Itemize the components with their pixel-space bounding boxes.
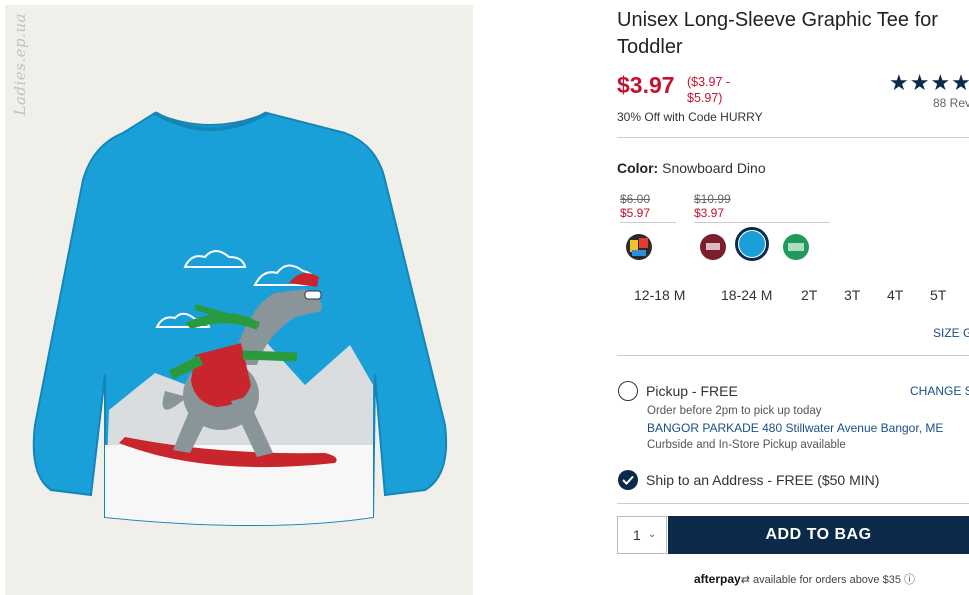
ship-radio[interactable] — [618, 470, 638, 490]
promo-text: 30% Off with Code HURRY — [617, 110, 763, 124]
color-swatch-blue-selected[interactable] — [739, 231, 765, 257]
divider — [617, 355, 969, 356]
product-details-panel: Unisex Long-Sleeve Graphic Tee for Toddl… — [617, 0, 969, 595]
size-option-12-18m[interactable]: 12-18 M — [634, 287, 685, 303]
price-group-2: $10.99 $3.97 — [694, 192, 731, 220]
review-count-link[interactable]: 88 Rev — [933, 96, 969, 110]
divider — [617, 137, 969, 138]
original-price: $10.99 — [694, 192, 731, 206]
change-store-link[interactable]: CHANGE ST — [910, 384, 969, 398]
sale-price: $5.97 — [620, 206, 651, 220]
size-option-18-24m[interactable]: 18-24 M — [721, 287, 772, 303]
graphic-tee-illustration — [32, 111, 448, 526]
rating-stars[interactable]: ★★★★ — [889, 70, 969, 96]
price-group-underline — [620, 222, 676, 223]
checkmark-icon — [622, 475, 634, 485]
color-swatch-green[interactable] — [783, 234, 809, 260]
watermark-text: Ladies.ep.ua — [11, 13, 29, 116]
chevron-down-icon: ⌄ — [648, 529, 657, 540]
size-option-2t[interactable]: 2T — [801, 287, 817, 303]
price-group-1: $6.00 $5.97 — [620, 192, 650, 220]
color-swatch-burgundy[interactable] — [700, 234, 726, 260]
divider — [617, 503, 969, 504]
curbside-note: Curbside and In-Store Pickup available — [647, 439, 846, 451]
add-to-bag-button[interactable]: ADD TO BAG — [668, 516, 969, 554]
size-option-5t[interactable]: 5T — [930, 287, 946, 303]
product-title: Unisex Long-Sleeve Graphic Tee for Toddl… — [617, 9, 938, 58]
color-value: Snowboard Dino — [662, 160, 766, 176]
size-option-4t[interactable]: 4T — [887, 287, 903, 303]
pickup-label[interactable]: Pickup - FREE — [646, 383, 738, 399]
afterpay-text: available for orders above $35 — [752, 574, 901, 586]
ship-label[interactable]: Ship to an Address - FREE ($50 MIN) — [646, 472, 879, 488]
current-price: $3.97 — [617, 72, 675, 98]
color-selector-label: Color: Snowboard Dino — [617, 160, 766, 176]
afterpay-arrows-icon: ⇄ — [740, 574, 750, 586]
store-address-link[interactable]: BANGOR PARKADE 480 Stillwater Avenue Ban… — [647, 421, 943, 435]
pickup-radio[interactable] — [618, 381, 638, 401]
color-label: Color: — [617, 160, 659, 176]
original-price: $6.00 — [620, 192, 651, 206]
color-swatch-multicolor[interactable] — [626, 234, 652, 260]
sale-price: $3.97 — [694, 206, 725, 220]
size-option-3t[interactable]: 3T — [844, 287, 860, 303]
quantity-select[interactable]: 1 ⌄ — [617, 516, 667, 554]
quantity-value: 1 — [633, 527, 641, 543]
size-guide-link[interactable]: SIZE G — [933, 326, 969, 340]
afterpay-logo: afterpay — [694, 572, 741, 586]
afterpay-message: afterpay⇄ available for orders above $35… — [694, 571, 915, 587]
price-range: ($3.97 - $5.97) — [687, 75, 731, 105]
price-group-underline — [694, 222, 830, 223]
product-image[interactable]: Ladies.ep.ua — [5, 5, 473, 595]
info-icon[interactable]: ⓘ — [904, 574, 915, 586]
pickup-note: Order before 2pm to pick up today — [647, 405, 822, 417]
